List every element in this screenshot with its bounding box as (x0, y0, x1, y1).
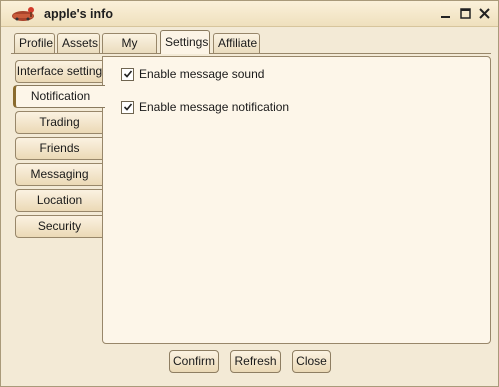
tab-settings[interactable]: Settings (160, 30, 210, 54)
message-notification-checkbox[interactable] (121, 100, 134, 114)
settings-panel: Enable message sound Enable message noti… (102, 56, 491, 344)
checkmark-icon (123, 103, 132, 111)
close-icon[interactable] (477, 6, 492, 21)
sidebar-item-interface-setting[interactable]: Interface setting (15, 60, 103, 83)
tab-assets[interactable]: Assets (57, 33, 100, 53)
window-title: apple's info (44, 7, 113, 21)
message-sound-checkbox[interactable] (121, 67, 134, 81)
tab-strip-divider (11, 53, 491, 54)
title-bar: apple's info (1, 1, 498, 27)
app-logo-icon (12, 7, 34, 21)
maximize-icon[interactable] (458, 6, 473, 21)
tab-my-family[interactable]: My family (102, 33, 157, 69)
message-notification-label: Enable message notification (139, 100, 290, 114)
sidebar-item-friends[interactable]: Friends (15, 137, 103, 160)
tab-affiliate[interactable]: Affiliate (213, 33, 260, 53)
message-sound-label: Enable message sound (139, 67, 265, 81)
sidebar-item-trading[interactable]: Trading (15, 111, 103, 134)
confirm-button[interactable]: Confirm (169, 350, 219, 373)
option-message-sound[interactable]: Enable message sound (121, 66, 264, 82)
minimize-icon[interactable] (438, 6, 453, 21)
app-window: apple's info Profile Assets My family Se… (0, 0, 499, 387)
option-message-notification[interactable]: Enable message notification (121, 99, 289, 115)
checkmark-icon (123, 70, 132, 78)
tab-profile[interactable]: Profile (14, 33, 55, 53)
close-button[interactable]: Close (292, 350, 331, 373)
refresh-button[interactable]: Refresh (230, 350, 281, 373)
sidebar-item-location[interactable]: Location (15, 189, 103, 212)
sidebar-item-security[interactable]: Security (15, 215, 103, 238)
sidebar-item-notification[interactable]: Notification (13, 85, 105, 108)
sidebar-item-messaging[interactable]: Messaging (15, 163, 103, 186)
